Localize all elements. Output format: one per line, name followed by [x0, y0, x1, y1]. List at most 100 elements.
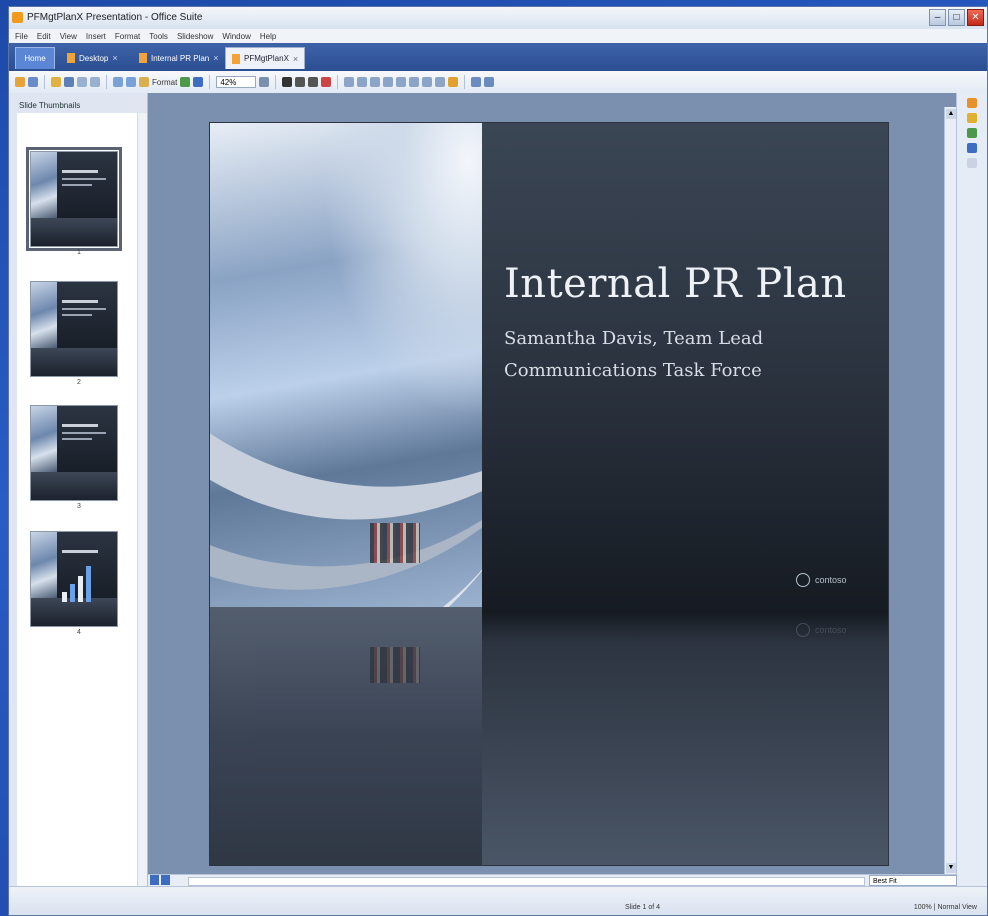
formatting-toolbar: Format 42% [9, 71, 987, 94]
functions-icon[interactable] [967, 158, 977, 168]
scroll-down-icon[interactable]: ▼ [946, 863, 956, 873]
minimize-button[interactable]: – [929, 9, 946, 26]
presentation-icon [232, 53, 240, 64]
photo-reflection [210, 607, 482, 865]
thumbnail-title-line [61, 300, 98, 303]
close-button[interactable]: ✕ [967, 9, 984, 26]
close-tab-icon[interactable]: × [213, 53, 218, 63]
font-color-icon[interactable] [321, 77, 332, 87]
slide-thumbnail-1[interactable] [26, 147, 122, 251]
thumbnail-reflection [31, 471, 117, 500]
tab-desktop[interactable]: Desktop × [61, 47, 124, 69]
align-left-icon[interactable] [344, 77, 355, 87]
thumbnail-scrollbar[interactable] [137, 113, 147, 887]
slide-canvas: Internal PR Plan Samantha Davis, Team Le… [148, 93, 957, 875]
toolbar-separator [464, 75, 466, 89]
menu-edit[interactable]: Edit [37, 32, 51, 41]
app-icon [12, 12, 23, 23]
slide-thumbnails-panel: Slide Thumbnails 1 2 3 4 [9, 93, 148, 887]
slide-number: 4 [77, 629, 81, 636]
align-right-icon[interactable] [370, 77, 381, 87]
menu-window[interactable]: Window [222, 32, 250, 41]
properties-icon[interactable] [967, 98, 977, 108]
outdent-icon[interactable] [435, 77, 446, 87]
italic-icon[interactable] [295, 77, 306, 87]
slide-thumbnail-4[interactable] [30, 531, 118, 627]
slide-number: 3 [77, 503, 81, 510]
format-label[interactable]: Format [152, 78, 177, 87]
insert-image-icon[interactable] [180, 77, 191, 87]
thumbnail-text-line [61, 438, 92, 440]
gallery-icon[interactable] [967, 128, 977, 138]
text-icon[interactable] [193, 77, 204, 87]
underline-icon[interactable] [308, 77, 319, 87]
tab-pfmgtplanx-label: PFMgtPlanX [244, 54, 289, 63]
menu-tools[interactable]: Tools [149, 32, 168, 41]
styles-icon[interactable] [967, 113, 977, 123]
paste-icon[interactable] [139, 77, 149, 87]
title-bar: PFMgtPlanX Presentation - Office Suite –… [9, 7, 987, 30]
highlight-icon[interactable] [448, 77, 459, 87]
menu-format[interactable]: Format [115, 32, 140, 41]
slide-subtitle-line-1[interactable]: Samantha Davis, Team Lead [504, 328, 763, 349]
menu-view[interactable]: View [60, 32, 77, 41]
logo-mark-icon [796, 573, 810, 587]
open-icon[interactable] [28, 77, 38, 87]
shapes-icon[interactable] [471, 77, 482, 87]
toolbar-separator [337, 75, 339, 89]
undo-icon[interactable] [77, 77, 87, 87]
menu-help[interactable]: Help [260, 32, 276, 41]
print-icon[interactable] [64, 77, 74, 87]
slide-thumbnail-3[interactable] [30, 405, 118, 501]
tab-home[interactable]: Home [15, 47, 55, 69]
bold-icon[interactable] [282, 77, 293, 87]
menu-file[interactable]: File [15, 32, 28, 41]
thumbnail-title-line [61, 170, 98, 173]
thumbnail-photo [31, 282, 57, 348]
slide-title[interactable]: Internal PR Plan [504, 261, 847, 307]
zoom-fit-select[interactable]: Best Fit [869, 875, 957, 886]
app-window: PFMgtPlanX Presentation - Office Suite –… [8, 6, 988, 916]
status-slide-info: Slide 1 of 4 [625, 904, 661, 911]
thumbnail-reflection [31, 597, 117, 626]
status-view-info: 100% | Normal View [913, 904, 977, 911]
menu-insert[interactable]: Insert [86, 32, 106, 41]
slide-logo: contoso [796, 573, 847, 587]
save-icon[interactable] [51, 77, 61, 87]
thumbnail-text-line [61, 314, 92, 316]
menu-slideshow[interactable]: Slideshow [177, 32, 213, 41]
tab-internal-pr-plan[interactable]: Internal PR Plan × [133, 47, 225, 69]
thumbnail-photo [31, 406, 57, 472]
redo-icon[interactable] [90, 77, 100, 87]
bullets-icon[interactable] [396, 77, 407, 87]
cut-icon[interactable] [113, 77, 123, 87]
thumbnail-text-line [61, 432, 106, 434]
align-center-icon[interactable] [357, 77, 368, 87]
logo-reflection-text: contoso [815, 625, 847, 635]
horizontal-scroll-track[interactable] [188, 877, 865, 886]
slide-subtitle-line-2[interactable]: Communications Task Force [504, 360, 762, 381]
close-tab-icon[interactable]: × [293, 54, 298, 64]
close-tab-icon[interactable]: × [112, 53, 117, 63]
maximize-button[interactable]: □ [948, 9, 965, 26]
slide-thumbnail-2[interactable] [30, 281, 118, 377]
scroll-up-icon[interactable]: ▲ [946, 109, 956, 119]
zoom-input[interactable]: 42% [216, 76, 257, 88]
numbering-icon[interactable] [409, 77, 420, 87]
normal-view-icon[interactable] [150, 875, 159, 885]
thumbnail-list: 1 2 3 4 [17, 113, 137, 887]
folder-icon [67, 53, 75, 63]
new-icon[interactable] [15, 77, 25, 87]
slide-logo-reflection: contoso [796, 623, 847, 637]
toolbar-separator [44, 75, 45, 89]
status-bar: Slide 1 of 4 100% | Normal View [9, 886, 987, 915]
justify-icon[interactable] [383, 77, 394, 87]
navigator-icon[interactable] [967, 143, 977, 153]
indent-icon[interactable] [422, 77, 433, 87]
copy-icon[interactable] [126, 77, 136, 87]
tab-pfmgtplanx[interactable]: PFMgtPlanX × [225, 47, 306, 69]
outline-view-icon[interactable] [161, 875, 170, 885]
zoom-dropdown-icon[interactable] [259, 77, 270, 87]
more-tools-icon[interactable] [484, 77, 495, 87]
slide-preview[interactable]: Internal PR Plan Samantha Davis, Team Le… [210, 123, 888, 865]
